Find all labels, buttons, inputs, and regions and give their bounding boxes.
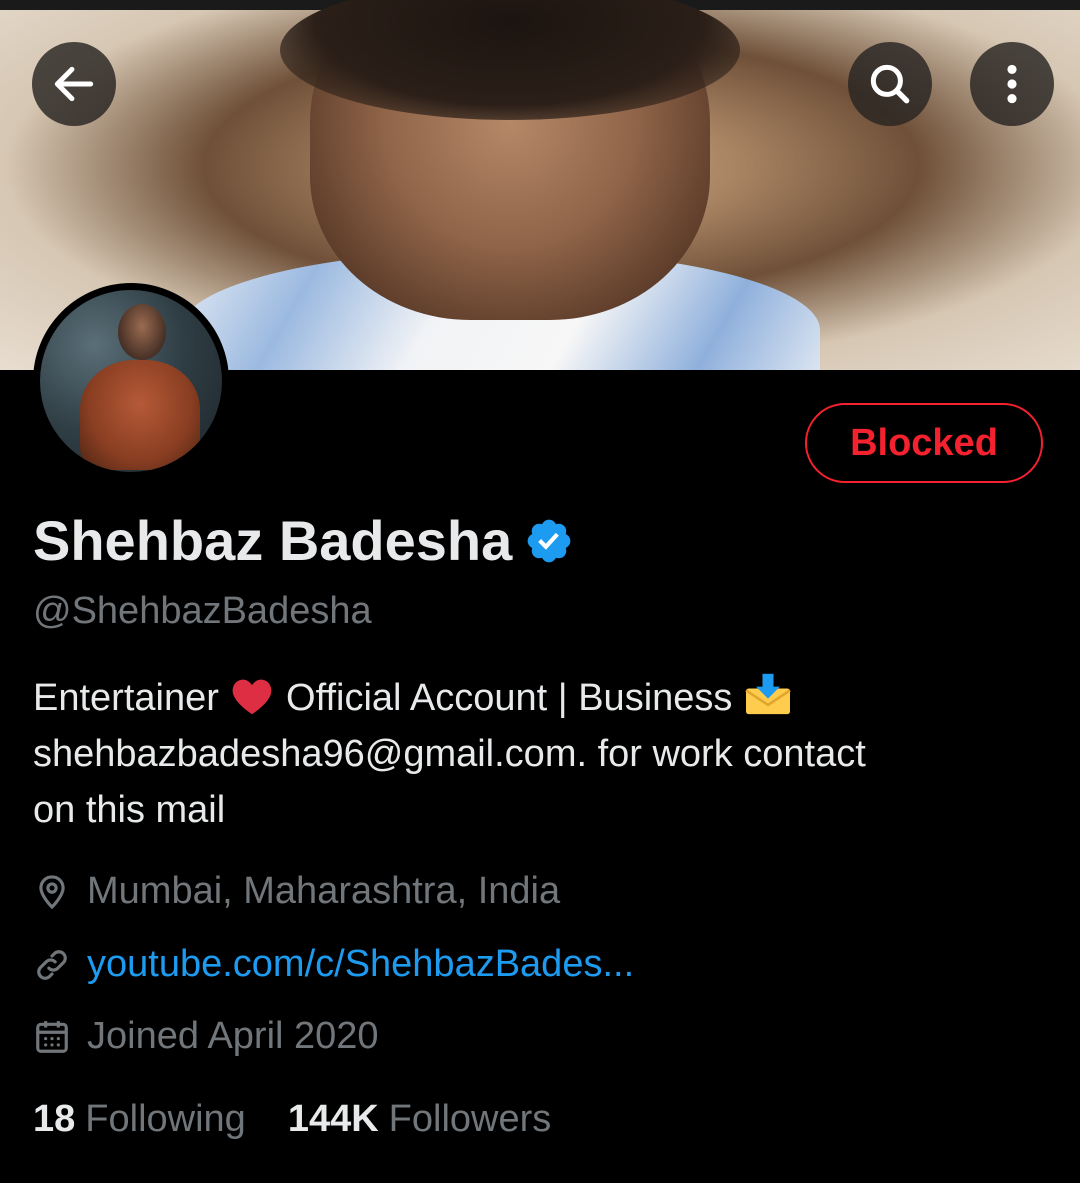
display-name: Shehbaz Badesha [33,509,513,572]
calendar-icon [36,1020,68,1053]
website-link[interactable]: youtube.com/c/ShehbazBades... [87,943,634,986]
verified-badge-icon[interactable] [524,516,574,566]
search-icon [870,64,910,104]
profile-handle: @ShehbazBadesha [33,590,372,632]
red-heart-icon [233,679,272,715]
profile-name-row: Shehbaz Badesha [33,508,574,573]
blocked-button[interactable]: Blocked [805,403,1043,483]
bio-text-2: Official Account | Business [286,677,733,719]
website-row: youtube.com/c/ShehbazBades... [33,943,634,986]
follow-stats: 18 Following 144K Followers [33,1098,551,1141]
avatar-photo-head [118,304,166,360]
bio-text-3: shehbazbadesha96@gmail.com. for work con… [33,733,866,775]
joined-row: Joined April 2020 [33,1015,379,1058]
envelope-with-arrow-icon [745,673,791,715]
search-button[interactable] [848,42,932,126]
followers-label: Followers [388,1098,552,1140]
avatar[interactable] [33,283,229,479]
followers-count: 144K [287,1098,379,1140]
avatar-photo-body [80,360,200,470]
arrow-left-icon [54,66,94,102]
back-button[interactable] [32,42,116,126]
avatar-photo [40,290,222,472]
bio-text-4: on this mail [33,789,226,831]
more-options-button[interactable] [970,42,1054,126]
following-stat[interactable]: 18 Following [33,1098,246,1141]
following-count: 18 [33,1098,76,1140]
link-icon [37,949,67,980]
location-pin-icon [39,874,65,909]
following-label: Following [85,1098,246,1140]
bio-text-1: Entertainer [33,677,219,719]
joined-date: Joined April 2020 [87,1015,379,1057]
followers-stat[interactable]: 144K Followers [288,1098,551,1141]
more-vertical-icon [1007,64,1017,104]
location-text: Mumbai, Maharashtra, India [87,870,561,912]
profile-bio: Entertainer Official Account | Business … [33,670,1043,838]
location-row: Mumbai, Maharashtra, India [33,870,560,913]
